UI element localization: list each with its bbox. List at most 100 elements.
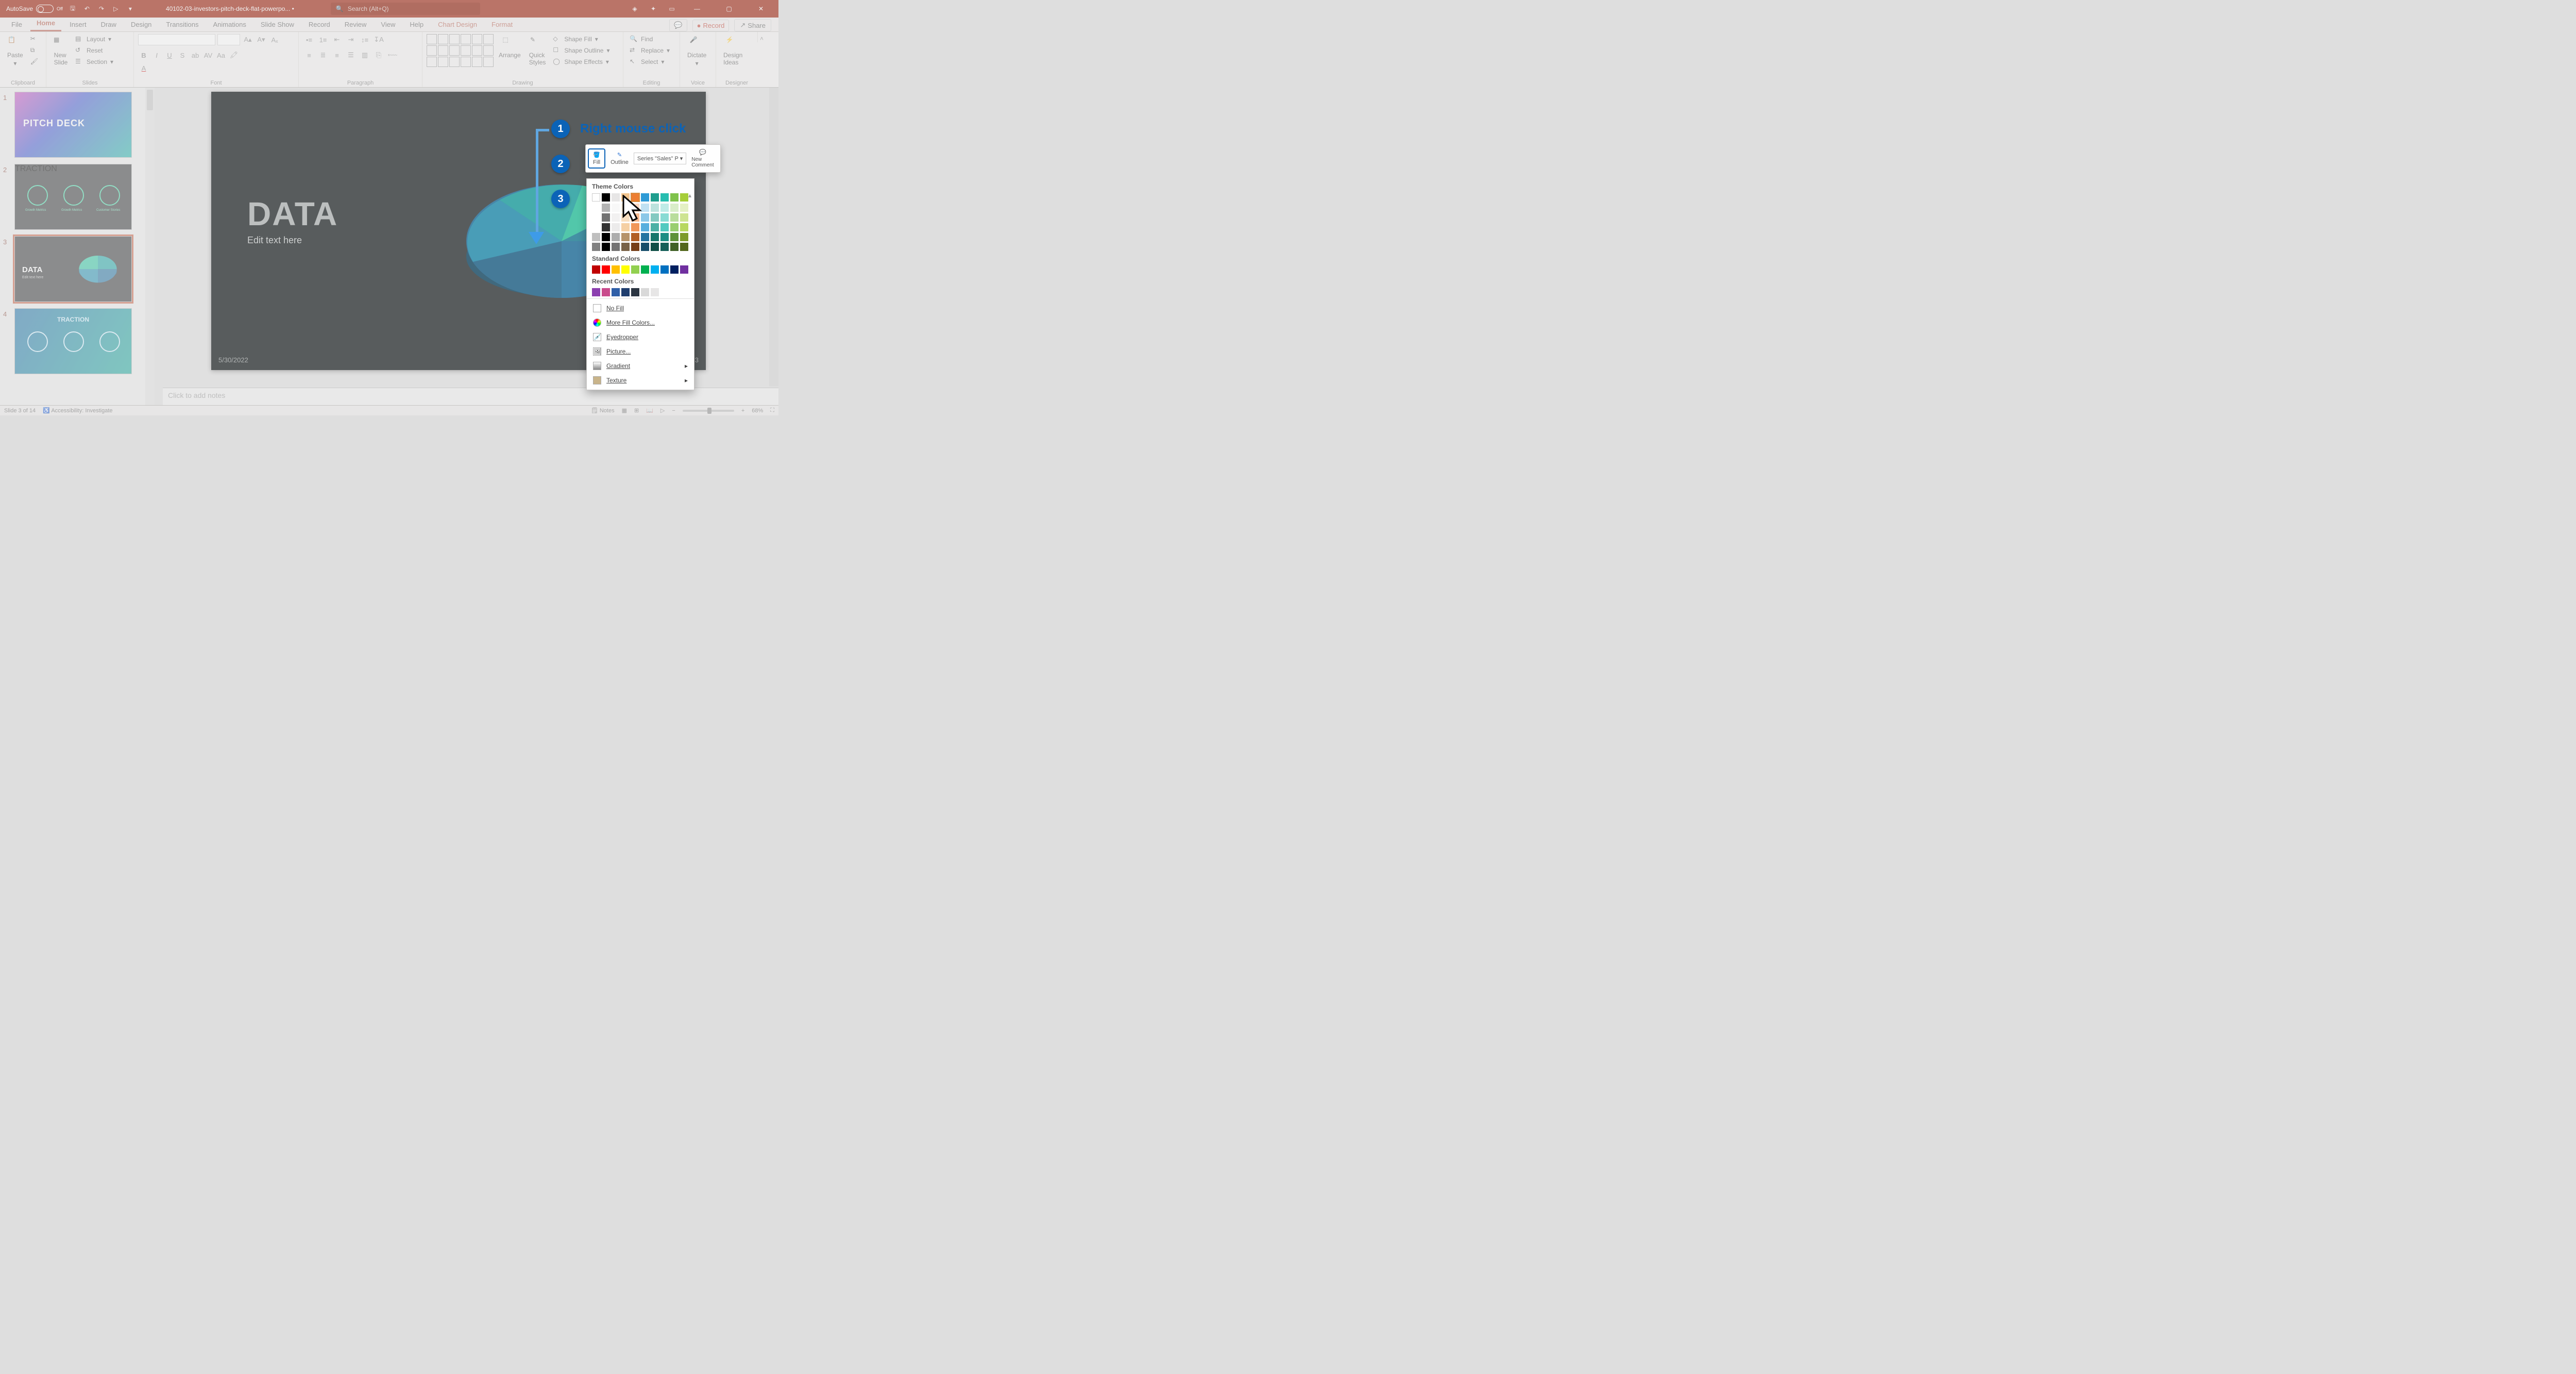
color-swatch[interactable] [602,204,610,212]
color-swatch[interactable] [602,233,610,241]
undo-icon[interactable]: ↶ [82,4,92,13]
mini-series-combo[interactable]: Series "Sales" P ▾ [634,153,686,164]
color-swatch[interactable] [670,243,679,251]
color-swatch[interactable] [680,265,688,274]
tab-transitions[interactable]: Transitions [160,18,205,31]
design-ideas-button[interactable]: ⚡Design Ideas [720,34,745,68]
color-swatch[interactable] [592,243,600,251]
color-swatch[interactable] [641,243,649,251]
diamond-icon[interactable]: ◈ [630,4,639,13]
color-swatch[interactable] [651,223,659,231]
slide-counter[interactable]: Slide 3 of 14 [4,408,36,414]
color-swatch[interactable] [651,213,659,222]
thumbnail-pane[interactable]: 1 PITCH DECK 2 TRACTION Growth Metrics G… [0,88,155,405]
italic-button[interactable]: I [151,49,162,61]
color-swatch[interactable] [592,204,600,212]
color-swatch[interactable] [621,288,630,296]
color-swatch[interactable] [592,193,600,202]
color-swatch[interactable] [631,223,639,231]
section-button[interactable]: ☰Section▾ [73,57,115,67]
bold-button[interactable]: B [138,49,149,61]
color-swatch[interactable] [670,213,679,222]
char-spacing-button[interactable]: AV [202,49,214,61]
align-center-button[interactable]: ≣ [317,49,329,61]
reset-button[interactable]: ↺Reset [73,45,115,56]
color-swatch[interactable] [651,193,659,202]
highlight-button[interactable]: 🖍 [228,49,240,61]
color-swatch[interactable] [631,265,639,274]
fit-to-window-button[interactable]: ⛶ [770,407,774,414]
color-swatch[interactable] [670,223,679,231]
comments-button[interactable]: 💬 [669,19,687,31]
color-swatch[interactable] [621,233,630,241]
mini-fill-button[interactable]: 🪣 Fill [588,148,605,169]
color-swatch[interactable] [651,243,659,251]
increase-font-icon[interactable]: A▴ [242,34,253,45]
share-button[interactable]: ↗Share [734,19,771,31]
tab-help[interactable]: Help [403,18,430,31]
start-from-beginning-icon[interactable]: ▷ [111,4,121,13]
mini-new-comment-button[interactable]: 💬 New Comment [687,147,718,170]
color-swatch[interactable] [660,223,669,231]
dictate-button[interactable]: 🎤Dictate▾ [684,34,709,69]
save-icon[interactable]: 🖫 [68,4,77,13]
redo-icon[interactable]: ↷ [97,4,106,13]
slide-thumbnail-1[interactable]: PITCH DECK [14,92,132,158]
slide-subtitle[interactable]: Edit text here [247,235,302,246]
copy-button[interactable]: ⧉ [28,45,41,56]
new-slide-button[interactable]: ▦ New Slide [50,34,71,68]
font-family-combo[interactable] [138,34,215,45]
cut-button[interactable]: ✂ [28,34,41,44]
zoom-value[interactable]: 68% [752,408,763,414]
justify-button[interactable]: ☰ [345,49,357,61]
color-swatch[interactable] [592,223,600,231]
color-swatch[interactable] [660,193,669,202]
line-spacing-button[interactable]: ↕≡ [359,34,371,45]
color-swatch[interactable] [670,193,679,202]
sparkle-icon[interactable]: ✦ [649,4,658,13]
font-color-button[interactable]: A [138,62,149,74]
zoom-out-button[interactable]: − [672,408,675,414]
font-size-combo[interactable] [217,34,240,45]
color-swatch[interactable] [680,223,688,231]
tab-animations[interactable]: Animations [207,18,252,31]
color-swatch[interactable] [602,213,610,222]
notes-toggle[interactable]: 🗒 Notes [591,407,615,414]
color-swatch[interactable] [680,204,688,212]
color-swatch[interactable] [660,243,669,251]
format-painter-button[interactable]: 🖌 [28,57,41,67]
tab-draw[interactable]: Draw [95,18,123,31]
numbering-button[interactable]: 1≡ [317,34,329,45]
arrange-button[interactable]: ⬚Arrange [496,34,524,61]
thumbnail-scrollbar[interactable] [145,88,155,405]
tab-home[interactable]: Home [30,16,61,31]
color-swatch[interactable] [651,233,659,241]
color-swatch[interactable] [592,213,600,222]
color-swatch[interactable] [631,288,639,296]
qat-dropdown-icon[interactable]: ▾ [126,4,135,13]
close-button[interactable]: ✕ [750,0,772,18]
smartart-button[interactable]: ⬳ [386,49,399,61]
color-swatch[interactable] [651,265,659,274]
eyedropper-item[interactable]: 💉Eyedropper [587,330,694,344]
color-swatch[interactable] [621,223,630,231]
color-swatch[interactable] [670,265,679,274]
shape-outline-button[interactable]: ☐Shape Outline▾ [551,45,612,56]
color-swatch[interactable] [612,204,620,212]
color-swatch[interactable] [670,204,679,212]
zoom-in-button[interactable]: + [741,408,744,414]
zoom-slider[interactable] [683,410,734,412]
align-text-button[interactable]: ⎘ [372,49,385,61]
collapse-ribbon-button[interactable]: ˄ [757,32,766,42]
change-case-button[interactable]: Aa [215,49,227,61]
no-fill-item[interactable]: No Fill [587,301,694,315]
color-swatch[interactable] [651,204,659,212]
slide-thumbnail-3[interactable]: DATA Edit text here [14,236,132,302]
color-swatch[interactable] [621,265,630,274]
tab-view[interactable]: View [375,18,401,31]
mini-outline-button[interactable]: ✎ Outline [606,149,633,167]
color-swatch[interactable] [612,288,620,296]
shape-effects-button[interactable]: ◯Shape Effects▾ [551,57,612,67]
color-swatch[interactable] [602,223,610,231]
picture-fill-item[interactable]: 🖼Picture... [587,344,694,359]
